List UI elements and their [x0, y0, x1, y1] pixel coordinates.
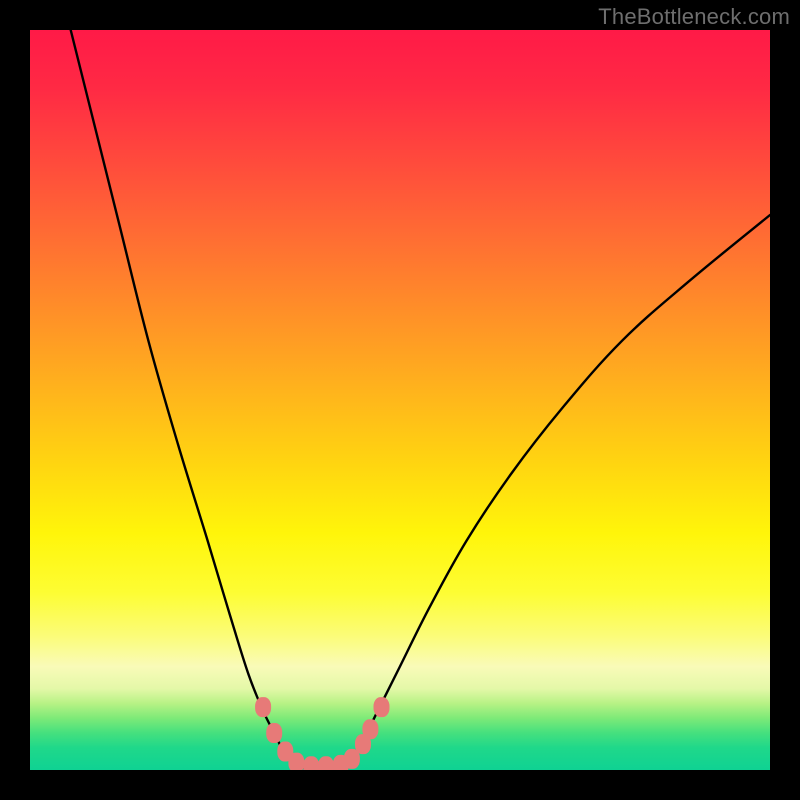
curve-layer	[30, 30, 770, 770]
data-marker	[318, 756, 334, 770]
plot-area	[30, 30, 770, 770]
data-marker	[374, 697, 390, 717]
data-marker	[288, 753, 304, 770]
data-marker	[266, 723, 282, 743]
curve-left-curve	[71, 30, 297, 766]
chart-frame: TheBottleneck.com	[0, 0, 800, 800]
watermark-text: TheBottleneck.com	[598, 4, 790, 30]
curve-right-curve	[348, 215, 770, 766]
data-marker	[255, 697, 271, 717]
data-marker	[303, 756, 319, 770]
data-marker	[362, 719, 378, 739]
